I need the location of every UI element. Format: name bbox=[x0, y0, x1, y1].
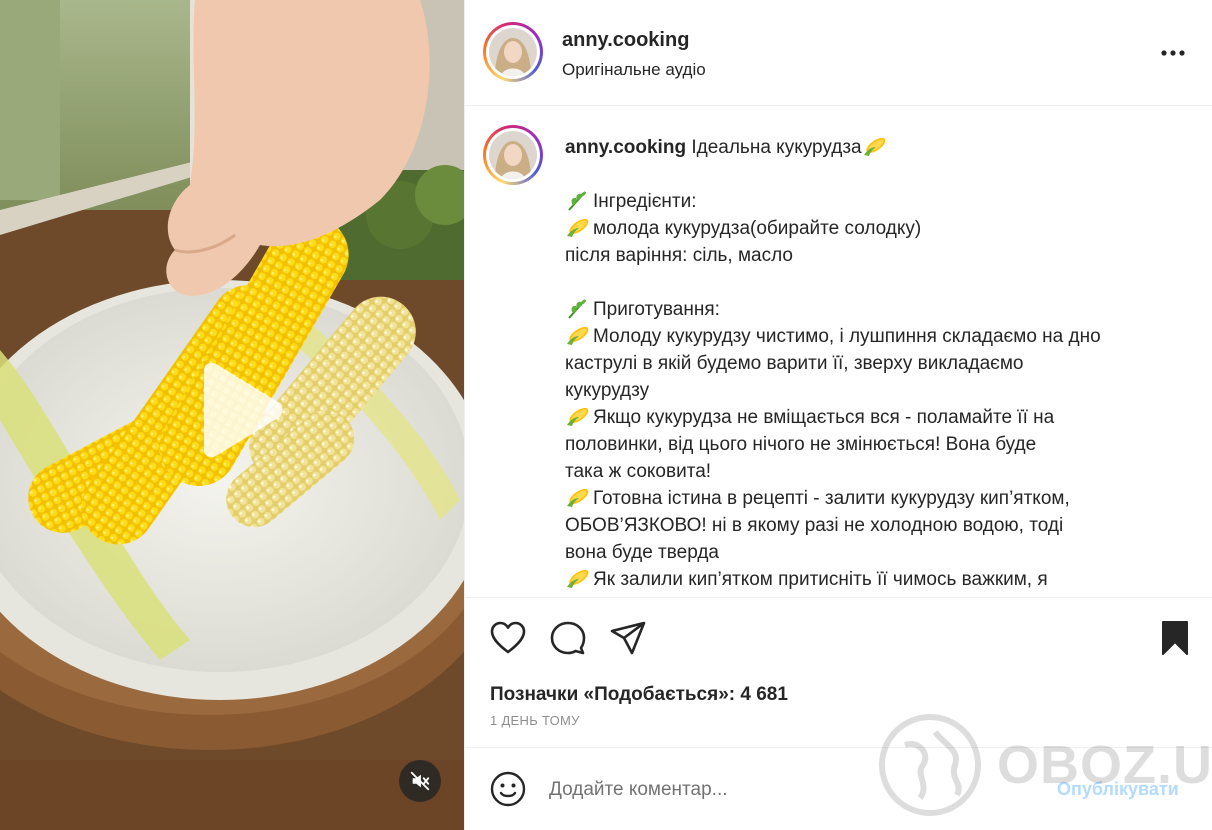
preparation-heading: Приготування: bbox=[593, 299, 720, 320]
caption-line-text: Готовна істина в рецепті - залити кукуру… bbox=[593, 488, 1070, 509]
heart-icon bbox=[490, 621, 526, 654]
caption-line: молода кукурудза(обирайте солодку) bbox=[565, 215, 1175, 242]
caption-line: Молоду кукурудзу чистимо, і лушпиння скл… bbox=[565, 323, 1175, 350]
save-button[interactable] bbox=[1155, 618, 1195, 658]
post-panel: anny.cooking Оригінальне аудіо anny.cook… bbox=[464, 0, 1212, 830]
emoji-button[interactable] bbox=[489, 770, 527, 808]
caption-avatar[interactable] bbox=[483, 125, 543, 185]
caption-line: Готовна істина в рецепті - залити кукуру… bbox=[565, 485, 1175, 512]
original-audio-link[interactable]: Оригінальне аудіо bbox=[562, 60, 706, 80]
caption-line-text: Як залили кип’ятком притисніть її чимось… bbox=[593, 569, 1048, 590]
likes-count[interactable]: Позначки «Подобається»: 4 681 bbox=[490, 684, 788, 706]
send-icon bbox=[610, 621, 646, 655]
caption-section: anny.cooking Ідеальна кукурудза Інгредіє… bbox=[465, 107, 1212, 597]
caption-line: вона буде тверда bbox=[565, 542, 719, 563]
speaker-muted-icon bbox=[410, 771, 430, 791]
avatar[interactable] bbox=[483, 22, 543, 82]
ingredients-heading: Інгредієнти: bbox=[593, 191, 697, 212]
corn-icon bbox=[567, 569, 589, 588]
corn-icon bbox=[567, 407, 589, 426]
post-media[interactable] bbox=[0, 0, 464, 830]
post-timestamp[interactable]: 1 ДЕНЬ ТОМУ bbox=[490, 713, 580, 728]
comment-button[interactable] bbox=[548, 618, 588, 658]
caption-line: така ж соковита! bbox=[565, 461, 712, 482]
caption-line: Якщо кукурудза не вміщається вся - полам… bbox=[565, 404, 1175, 431]
share-button[interactable] bbox=[608, 618, 648, 658]
caption-line: Приготування: bbox=[565, 296, 1175, 323]
profile-photo bbox=[489, 28, 537, 76]
caption-title-line: anny.cooking Ідеальна кукурудза bbox=[565, 134, 1175, 161]
more-options-button[interactable] bbox=[1157, 36, 1189, 68]
caption-username[interactable]: anny.cooking bbox=[565, 137, 686, 158]
corn-icon bbox=[567, 218, 589, 237]
corn-icon bbox=[567, 488, 589, 507]
caption-line: Як залили кип’ятком притисніть її чимось… bbox=[565, 566, 1175, 593]
herb-icon bbox=[568, 299, 586, 319]
caption-line: ОБОВ’ЯЗКОВО! ні в якому разі не холодною… bbox=[565, 515, 1064, 536]
caption-line: після варіння: сіль, масло bbox=[565, 245, 793, 266]
bookmark-icon bbox=[1162, 621, 1188, 655]
caption-line-text: Якщо кукурудза не вміщається вся - полам… bbox=[593, 407, 1055, 428]
comment-bar: Опублікувати bbox=[465, 747, 1212, 830]
caption-line: кукурудзу bbox=[565, 380, 650, 401]
like-button[interactable] bbox=[488, 618, 528, 658]
action-bar: Позначки «Подобається»: 4 681 1 ДЕНЬ ТОМ… bbox=[465, 597, 1212, 747]
caption-line: половинки, від цього нічого не змінюєтьс… bbox=[565, 434, 1037, 455]
caption-line: каструлі в якій будемо варити її, зверху… bbox=[565, 353, 1024, 374]
smiley-icon bbox=[490, 771, 526, 807]
caption-line-text: Молоду кукурудзу чистимо, і лушпиння скл… bbox=[593, 326, 1101, 347]
comment-input[interactable] bbox=[549, 774, 1029, 806]
more-horizontal-icon bbox=[1161, 50, 1185, 56]
profile-photo bbox=[489, 131, 537, 179]
herb-icon bbox=[568, 191, 586, 211]
corn-icon bbox=[567, 326, 589, 345]
publish-button[interactable]: Опублікувати bbox=[1057, 779, 1179, 800]
caption-line: Інгредієнти: bbox=[565, 188, 1175, 215]
caption-text: anny.cooking Ідеальна кукурудза Інгредіє… bbox=[565, 134, 1175, 593]
play-icon bbox=[204, 362, 283, 458]
post-header: anny.cooking Оригінальне аудіо bbox=[465, 0, 1212, 106]
username[interactable]: anny.cooking bbox=[562, 29, 689, 52]
mute-button[interactable] bbox=[399, 760, 441, 802]
comment-icon bbox=[550, 621, 586, 655]
corn-icon bbox=[863, 137, 885, 156]
caption-line-text: молода кукурудза(обирайте солодку) bbox=[593, 218, 922, 239]
caption-line: Ідеальна кукурудза bbox=[691, 137, 862, 158]
play-button[interactable] bbox=[190, 362, 286, 458]
